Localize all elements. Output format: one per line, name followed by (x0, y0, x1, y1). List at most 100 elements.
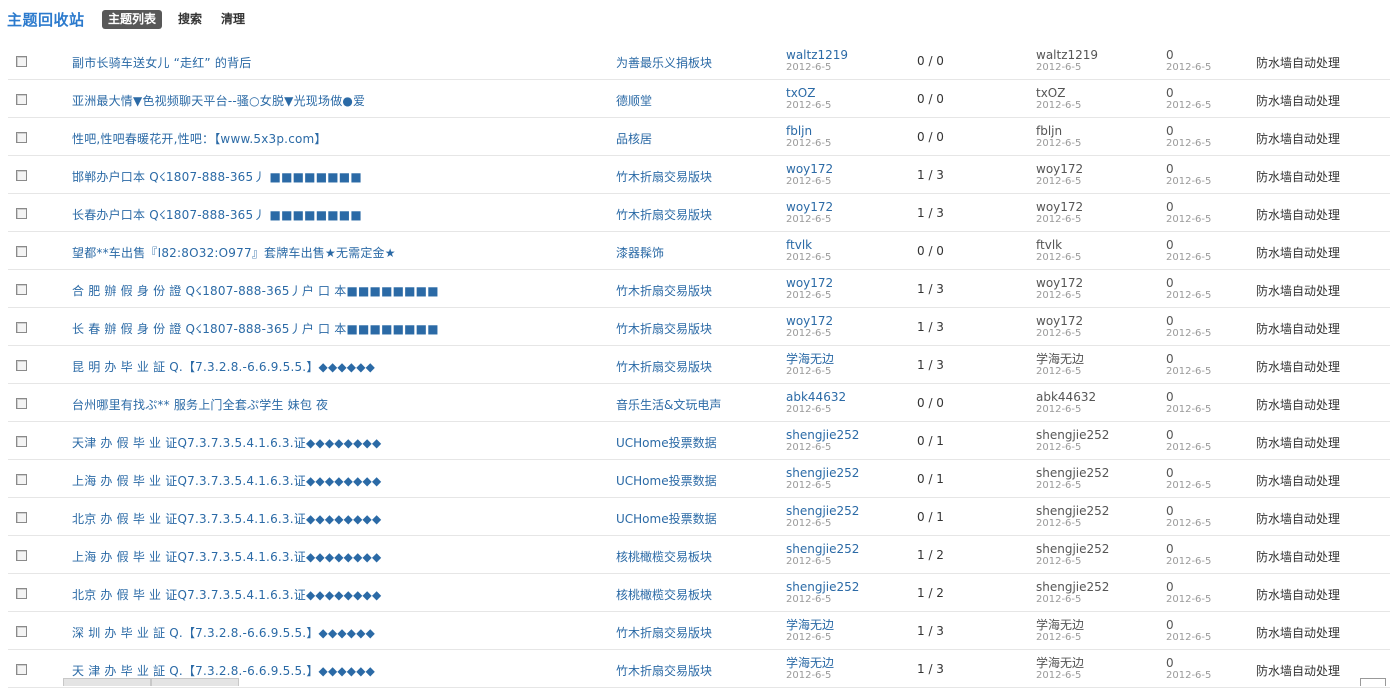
author-cell[interactable]: abk44632 2012-6-5 (786, 390, 846, 415)
author-name[interactable]: 学海无边 (786, 352, 834, 366)
row-checkbox[interactable] (16, 474, 27, 485)
last-poster-name: 学海无边 (1036, 656, 1085, 670)
forum-link[interactable]: 核桃橄榄交易板块 (616, 586, 712, 603)
author-name[interactable]: waltz1219 (786, 48, 848, 62)
topic-subject-link[interactable]: 上海 办 假 毕 业 证Q7.3.7.3.5.4.1.6.3.证◆◆◆◆◆◆◆◆ (72, 472, 381, 489)
row-checkbox[interactable] (16, 132, 27, 143)
topic-subject-link[interactable]: 台州哪里有找ぷ** 服务上门全套ぷ学生 妹包 夜 (72, 396, 328, 413)
forum-link[interactable]: 品核居 (616, 130, 652, 147)
author-cell[interactable]: shengjie252 2012-6-5 (786, 580, 859, 605)
author-name[interactable]: fbljn (786, 124, 812, 138)
row-checkbox[interactable] (16, 664, 27, 675)
author-cell[interactable]: fbljn 2012-6-5 (786, 124, 831, 149)
author-name[interactable]: shengjie252 (786, 580, 859, 594)
author-name[interactable]: woy172 (786, 200, 833, 214)
row-checkbox[interactable] (16, 550, 27, 561)
author-name[interactable]: woy172 (786, 162, 833, 176)
last-poster-cell: shengjie252 2012-6-5 (1036, 542, 1109, 567)
author-cell[interactable]: shengjie252 2012-6-5 (786, 466, 859, 491)
row-checkbox[interactable] (16, 208, 27, 219)
tab-search[interactable]: 搜索 (178, 10, 202, 29)
topic-subject-link[interactable]: 昆 明 办 毕 业 証 Q.【7.3.2.8.-6.6.9.5.5.】◆◆◆◆◆… (72, 358, 375, 375)
forum-link[interactable]: 德顺堂 (616, 92, 652, 109)
author-cell[interactable]: woy172 2012-6-5 (786, 314, 833, 339)
author-cell[interactable]: woy172 2012-6-5 (786, 276, 833, 301)
author-cell[interactable]: waltz1219 2012-6-5 (786, 48, 848, 73)
deletion-count: 0 (1166, 656, 1174, 670)
author-cell[interactable]: woy172 2012-6-5 (786, 162, 833, 187)
forum-link[interactable]: 漆器髹饰 (616, 244, 664, 261)
author-name[interactable]: woy172 (786, 314, 833, 328)
topic-subject-link[interactable]: 北京 办 假 毕 业 证Q7.3.7.3.5.4.1.6.3.证◆◆◆◆◆◆◆◆ (72, 586, 381, 603)
author-name[interactable]: txOZ (786, 86, 815, 100)
author-date: 2012-6-5 (786, 100, 832, 111)
row-checkbox[interactable] (16, 588, 27, 599)
author-name[interactable]: shengjie252 (786, 428, 859, 442)
author-name[interactable]: shengjie252 (786, 466, 859, 480)
author-date: 2012-6-5 (786, 556, 832, 567)
row-checkbox[interactable] (16, 94, 27, 105)
author-name[interactable]: shengjie252 (786, 542, 859, 556)
forum-link[interactable]: UCHome投票数据 (616, 510, 717, 527)
author-name[interactable]: shengjie252 (786, 504, 859, 518)
tab-cleanup[interactable]: 清理 (221, 10, 245, 29)
forum-link[interactable]: 竹木折扇交易版块 (616, 624, 712, 641)
topic-subject-link[interactable]: 合 肥 辦 假 身 份 證 Q☇1807-888-365丿户 口 本■■■■■■… (72, 282, 439, 299)
deletion-count: 0 (1166, 542, 1174, 556)
forum-link[interactable]: 为善最乐义捐板块 (616, 54, 712, 71)
author-name[interactable]: abk44632 (786, 390, 846, 404)
author-cell[interactable]: txOZ 2012-6-5 (786, 86, 831, 111)
row-checkbox[interactable] (16, 512, 27, 523)
row-checkbox[interactable] (16, 246, 27, 257)
author-name[interactable]: ftvlk (786, 238, 812, 252)
topic-subject-link[interactable]: 亚洲最大情▼色视频聊天平台--骚○女脱▼光现场做●爱 (72, 92, 365, 109)
last-poster-cell: shengjie252 2012-6-5 (1036, 580, 1109, 605)
author-cell[interactable]: shengjie252 2012-6-5 (786, 504, 859, 529)
topic-subject-link[interactable]: 副市长骑车送女儿 “走红” 的背后 (72, 54, 251, 71)
topic-subject-link[interactable]: 天津 办 假 毕 业 证Q7.3.7.3.5.4.1.6.3.证◆◆◆◆◆◆◆◆ (72, 434, 381, 451)
forum-link[interactable]: 竹木折扇交易版块 (616, 662, 712, 679)
author-cell[interactable]: 学海无边 2012-6-5 (786, 618, 834, 643)
tab-topic-list[interactable]: 主题列表 (102, 10, 163, 29)
last-poster-cell: txOZ 2012-6-5 (1036, 86, 1081, 111)
row-checkbox[interactable] (16, 436, 27, 447)
author-name[interactable]: woy172 (786, 276, 833, 290)
forum-link[interactable]: 竹木折扇交易版块 (616, 168, 712, 185)
row-checkbox[interactable] (16, 360, 27, 371)
topic-subject-link[interactable]: 性吧,性吧春暖花开,性吧：【www.5x3p.com】 (72, 130, 327, 147)
forum-link[interactable]: 竹木折扇交易版块 (616, 282, 712, 299)
row-checkbox[interactable] (16, 284, 27, 295)
row-checkbox[interactable] (16, 398, 27, 409)
topic-subject-link[interactable]: 天 津 办 毕 业 証 Q.【7.3.2.8.-6.6.9.5.5.】◆◆◆◆◆… (72, 662, 375, 679)
forum-link[interactable]: UCHome投票数据 (616, 472, 717, 489)
footer (0, 678, 1392, 686)
topic-subject-link[interactable]: 上海 办 假 毕 业 证Q7.3.7.3.5.4.1.6.3.证◆◆◆◆◆◆◆◆ (72, 548, 381, 565)
author-name[interactable]: 学海无边 (786, 618, 834, 632)
topic-subject-link[interactable]: 望都**车出售『I82:8O32:O977』套牌车出售★无需定金★ (72, 244, 396, 261)
forum-link[interactable]: UCHome投票数据 (616, 434, 717, 451)
author-name[interactable]: 学海无边 (786, 656, 834, 670)
topic-subject-link[interactable]: 深 圳 办 毕 业 証 Q.【7.3.2.8.-6.6.9.5.5.】◆◆◆◆◆… (72, 624, 375, 641)
topic-subject-link[interactable]: 长 春 辦 假 身 份 證 Q☇1807-888-365丿户 口 本■■■■■■… (72, 320, 439, 337)
forum-link[interactable]: 音乐生活&文玩电声 (616, 396, 721, 413)
forum-link[interactable]: 核桃橄榄交易板块 (616, 548, 712, 565)
last-poster-name: woy172 (1036, 200, 1084, 214)
author-cell[interactable]: 学海无边 2012-6-5 (786, 352, 834, 377)
forum-link[interactable]: 竹木折扇交易版块 (616, 320, 712, 337)
row-checkbox[interactable] (16, 170, 27, 181)
topic-subject-link[interactable]: 邯郸办户口本 Q☇1807-888-365丿 ■■■■■■■■ (72, 168, 362, 185)
author-cell[interactable]: ftvlk 2012-6-5 (786, 238, 831, 263)
author-cell[interactable]: woy172 2012-6-5 (786, 200, 833, 225)
forum-link[interactable]: 竹木折扇交易版块 (616, 206, 712, 223)
deletion-count: 0 (1166, 48, 1174, 62)
table-row: 副市长骑车送女儿 “走红” 的背后 为善最乐义捐板块 waltz1219 2012-6… (8, 42, 1390, 80)
row-checkbox[interactable] (16, 56, 27, 67)
row-checkbox[interactable] (16, 626, 27, 637)
replies-views: 0 / 0 (917, 92, 944, 106)
row-checkbox[interactable] (16, 322, 27, 333)
author-cell[interactable]: shengjie252 2012-6-5 (786, 542, 859, 567)
author-cell[interactable]: shengjie252 2012-6-5 (786, 428, 859, 453)
topic-subject-link[interactable]: 北京 办 假 毕 业 证Q7.3.7.3.5.4.1.6.3.证◆◆◆◆◆◆◆◆ (72, 510, 381, 527)
topic-subject-link[interactable]: 长春办户口本 Q☇1807-888-365丿 ■■■■■■■■ (72, 206, 362, 223)
forum-link[interactable]: 竹木折扇交易版块 (616, 358, 712, 375)
